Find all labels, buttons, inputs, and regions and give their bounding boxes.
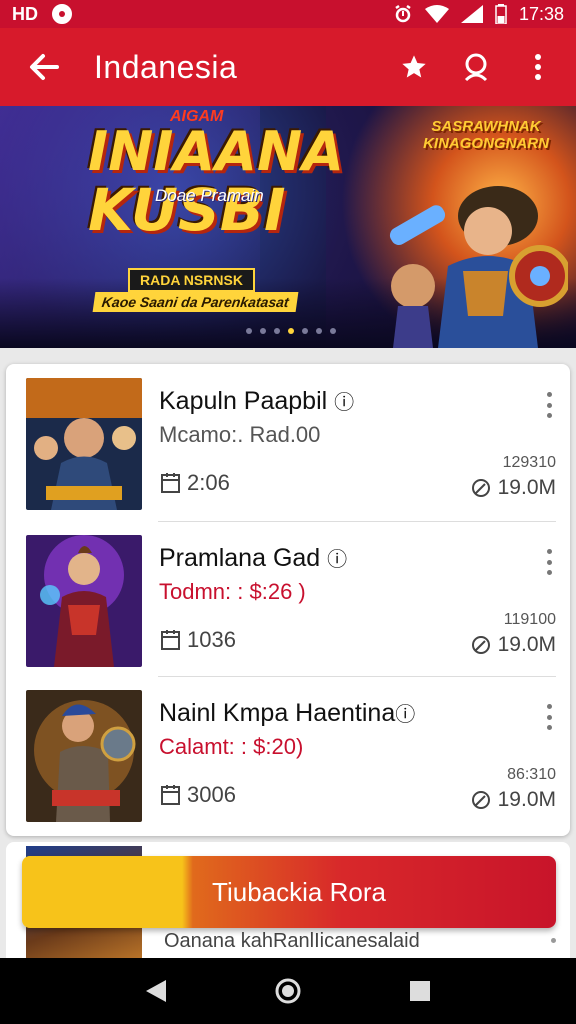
hero-character-image: [389, 186, 568, 348]
star-icon: [402, 55, 426, 78]
banner-subtitle: Doae Pramain: [155, 186, 264, 205]
item-count-value: 1036: [187, 627, 236, 652]
status-left-text: HD: [12, 3, 38, 24]
item-more-button[interactable]: [542, 392, 556, 418]
alarm-icon: [395, 4, 411, 23]
peek-item-text: Oanana kahRanlIicanesalaid: [164, 930, 420, 952]
square-recents-icon: [410, 981, 430, 1001]
promo-banner[interactable]: AIGAM INIAANA KUSBI Doae Pramain RADA NS…: [0, 106, 576, 348]
item-size: 19.0M: [470, 788, 556, 812]
info-icon: ⓘ: [395, 704, 416, 726]
info-icon: ⓘ: [334, 392, 355, 414]
item-subtitle: Calamt: : $:20): [159, 734, 304, 759]
calendar-icon: [161, 630, 180, 650]
item-title: Pramlana Gad ⓘ: [159, 544, 348, 572]
item-subtitle: Mcamo:. Rad.00: [159, 422, 321, 447]
more-dot: [546, 549, 552, 554]
item-size: 19.0M: [470, 476, 556, 500]
status-time: 17:38: [518, 3, 564, 24]
more-dot: [546, 704, 552, 709]
download-icon: [471, 636, 490, 654]
banner-title-line1: INIAANA: [88, 120, 344, 183]
arrow-back-icon: [30, 54, 59, 80]
game-thumbnail: [26, 690, 142, 822]
app-bar: Indanesia: [0, 28, 576, 106]
item-count: 1036: [159, 627, 236, 653]
more-dot: [546, 413, 552, 418]
banner-tagline: Kaoe Saani da Parenkatasat: [92, 292, 299, 312]
download-icon: [471, 479, 490, 497]
list-item[interactable]: Nainl Kmpa Haentinaⓘ Calamt: : $:20) 300…: [6, 676, 570, 830]
carousel-dot-active[interactable]: [288, 328, 294, 334]
nav-recents-button[interactable]: [400, 971, 440, 1011]
nav-back-button[interactable]: [136, 971, 176, 1011]
more-dot: [546, 725, 552, 730]
banner-title: INIAANA KUSBI: [88, 120, 368, 240]
item-count-value: 3006: [187, 782, 236, 807]
banner-game-logo: SASRAWHNAK KINAGONGNARN: [423, 118, 549, 152]
item-count: 2:06: [159, 470, 230, 496]
carousel-dot[interactable]: [274, 328, 280, 334]
carousel-dot[interactable]: [302, 328, 308, 334]
item-size: 19.0M: [470, 633, 556, 657]
more-dot: [546, 559, 552, 565]
item-size-value: 19.0M: [497, 476, 556, 499]
triangle-back-icon: [146, 980, 166, 1002]
item-subtitle: Todmn: : $:26 ): [159, 579, 306, 604]
item-title: Nainl Kmpa Haentinaⓘ: [159, 699, 416, 727]
status-right: 17:38: [393, 4, 564, 25]
primary-action-button[interactable]: Tiubackia Rora: [22, 856, 556, 928]
nav-home-button[interactable]: [268, 971, 308, 1011]
user-icon: [464, 53, 488, 82]
game-thumbnail: [26, 378, 142, 510]
carousel-dot[interactable]: [316, 328, 322, 334]
more-dot: [546, 402, 552, 408]
list-item[interactable]: Pramlana Gad ⓘ Todmn: : $:26 ) 1036 1191…: [6, 521, 570, 675]
item-size-value: 19.0M: [497, 633, 556, 656]
item-title: Kapuln Paapbil ⓘ: [159, 387, 355, 415]
back-button[interactable]: [20, 43, 68, 91]
info-icon: ⓘ: [327, 549, 348, 571]
status-bar: HD 17:38: [0, 0, 576, 28]
battery-icon: [495, 4, 507, 24]
item-small-value: 86:310: [507, 766, 556, 783]
notification-icon: [52, 4, 72, 24]
circle-home-icon: [275, 978, 301, 1004]
more-dot: [546, 714, 552, 720]
item-more-button[interactable]: [542, 704, 556, 730]
more-dot: [546, 570, 552, 575]
list-item[interactable]: Kapuln Paapbil ⓘ Mcamo:. Rad.00 2:06 129…: [6, 364, 570, 518]
favorite-button[interactable]: [396, 49, 432, 85]
item-size-value: 19.0M: [497, 788, 556, 811]
page-title: Indanesia: [94, 48, 238, 85]
item-more-button[interactable]: [551, 938, 556, 943]
more-dot: [546, 392, 552, 397]
calendar-icon: [161, 473, 180, 493]
game-list-card: Kapuln Paapbil ⓘ Mcamo:. Rad.00 2:06 129…: [6, 364, 570, 836]
status-left: HD: [12, 4, 72, 25]
item-small-value: 129310: [502, 454, 556, 471]
carousel-dot[interactable]: [260, 328, 266, 334]
signal-icon: [460, 5, 483, 23]
item-count: 3006: [159, 782, 236, 808]
more-menu-button[interactable]: [520, 49, 556, 85]
profile-button[interactable]: [458, 49, 494, 85]
item-small-value: 119100: [503, 611, 556, 628]
more-vert-icon: [535, 54, 541, 80]
calendar-icon: [161, 785, 180, 805]
item-count-value: 2:06: [187, 470, 230, 495]
system-nav-bar: [0, 958, 576, 1024]
carousel-indicator[interactable]: [246, 328, 336, 334]
carousel-dot[interactable]: [330, 328, 336, 334]
app-actions: [396, 49, 556, 85]
game-thumbnail: [26, 535, 142, 667]
primary-action-label: Tiubackia Rora: [212, 876, 386, 907]
carousel-dot[interactable]: [246, 328, 252, 334]
banner-ribbon: RADA NSRNSK: [128, 268, 255, 292]
wifi-icon: [424, 5, 449, 23]
download-icon: [471, 791, 490, 809]
item-more-button[interactable]: [542, 549, 556, 575]
